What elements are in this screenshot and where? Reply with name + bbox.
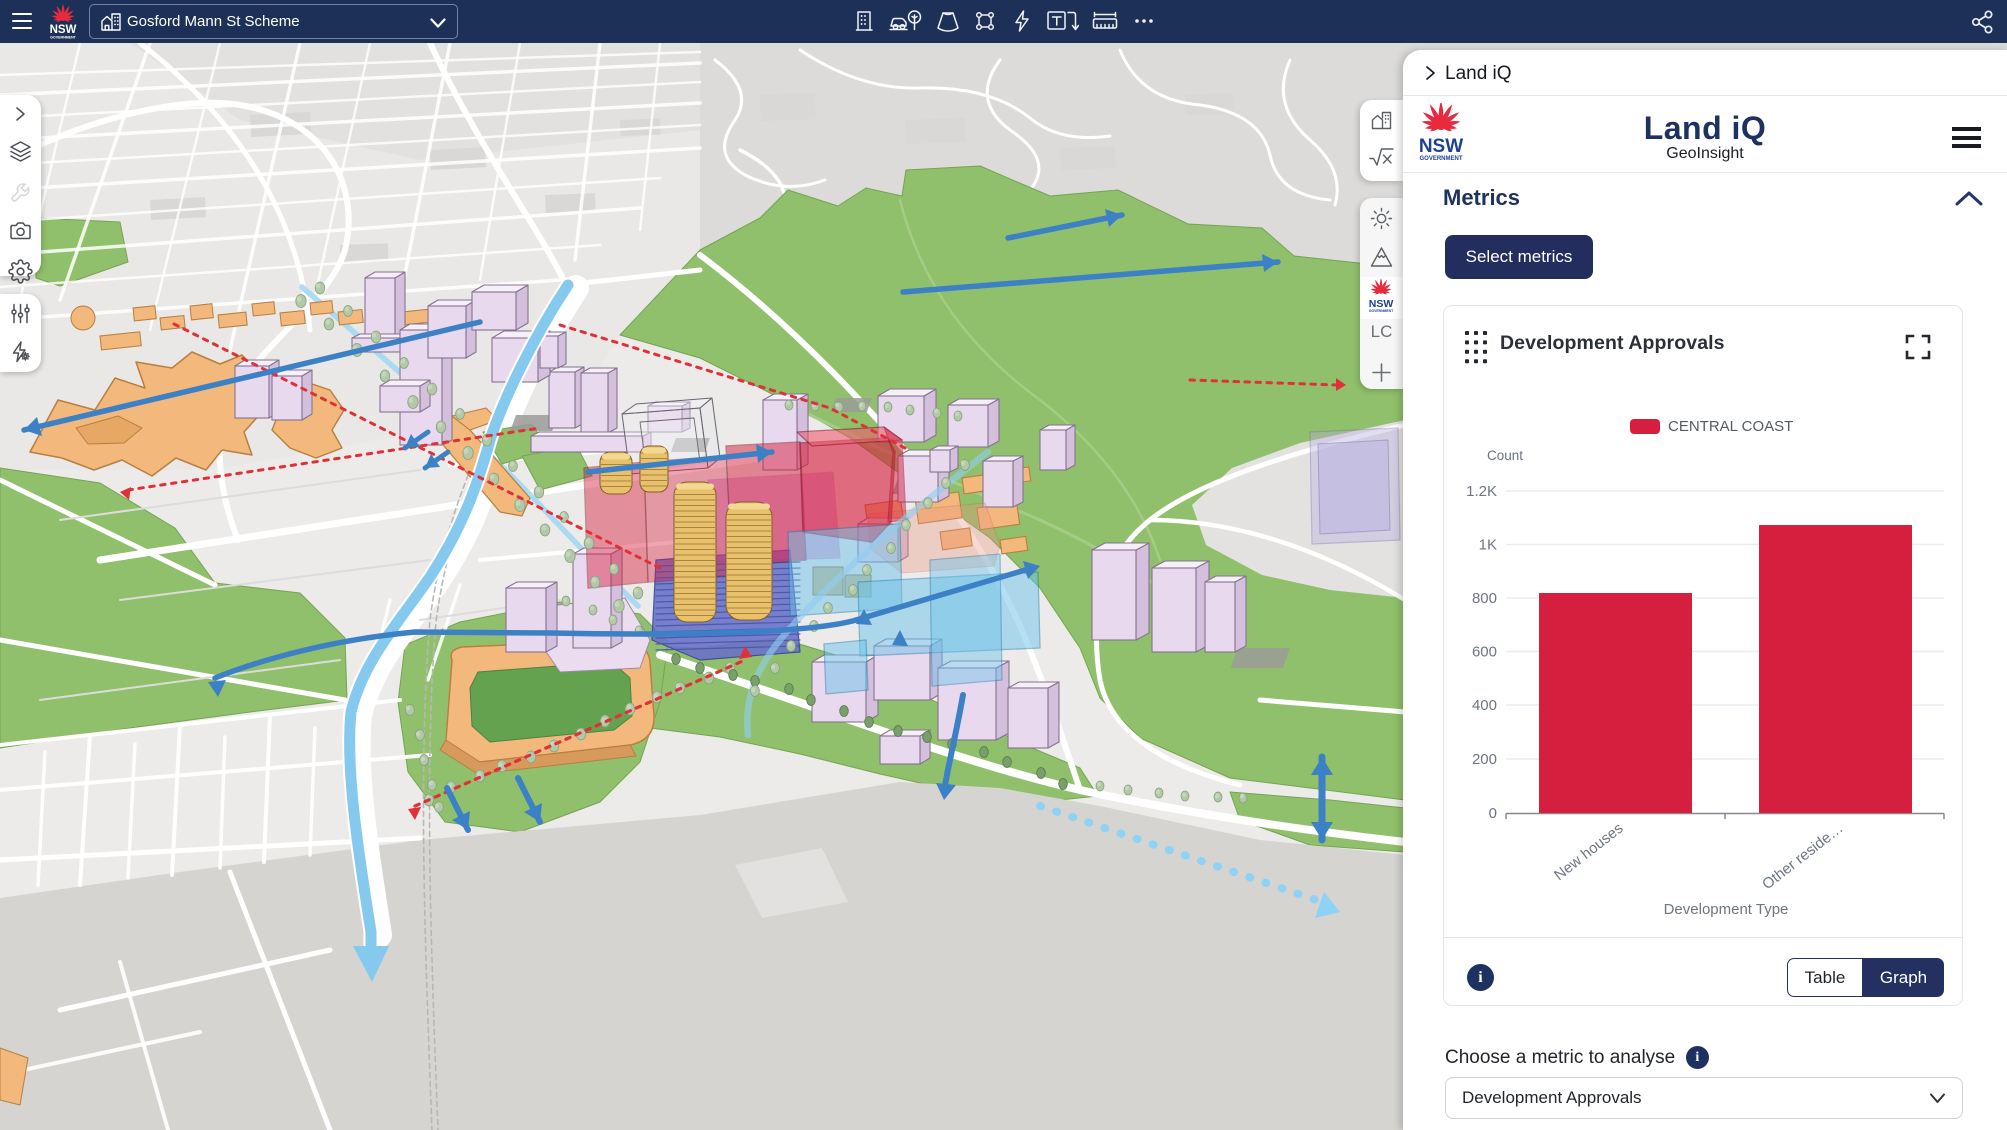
svg-text:600: 600: [1472, 644, 1497, 661]
svg-text:0: 0: [1489, 805, 1497, 822]
svg-text:Development Type: Development Type: [1664, 901, 1789, 918]
svg-text:800: 800: [1472, 590, 1497, 607]
svg-text:New houses: New houses: [1551, 820, 1627, 884]
svg-text:1.2K: 1.2K: [1466, 483, 1497, 500]
svg-text:400: 400: [1472, 697, 1497, 714]
svg-text:GOVERNMENT: GOVERNMENT: [50, 36, 77, 40]
svg-text:NSW: NSW: [50, 24, 77, 36]
svg-text:GOVERNMENT: GOVERNMENT: [1369, 309, 1394, 313]
svg-text:1K: 1K: [1479, 537, 1497, 554]
svg-text:200: 200: [1472, 751, 1497, 768]
svg-text:Other reside…: Other reside…: [1759, 820, 1846, 893]
